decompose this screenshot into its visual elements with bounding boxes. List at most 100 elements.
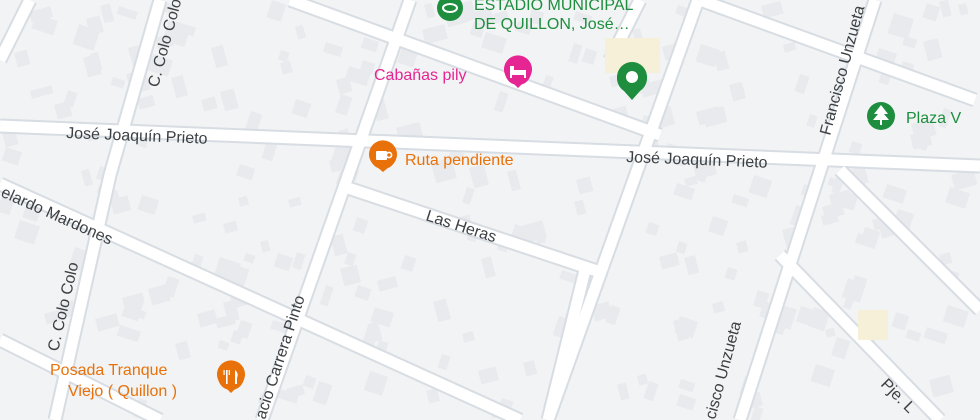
building [63, 90, 78, 108]
building [100, 3, 115, 24]
building [750, 406, 764, 420]
coffee-icon [369, 140, 397, 172]
building [363, 371, 389, 396]
building [729, 81, 746, 102]
building [94, 313, 120, 332]
building [236, 164, 256, 181]
building [192, 212, 207, 224]
building [211, 44, 229, 69]
building [559, 270, 577, 284]
building [616, 382, 630, 401]
building [481, 31, 507, 55]
building [437, 354, 451, 371]
building [295, 24, 307, 40]
poi-estadio-label-line1: ESTADIO MUNICIPAL [474, 0, 634, 14]
building [171, 74, 189, 99]
tree-icon [867, 102, 895, 130]
building [673, 183, 696, 201]
building [910, 130, 933, 150]
building [243, 253, 256, 264]
building [31, 14, 58, 36]
building [461, 331, 475, 343]
building [14, 220, 40, 245]
building [708, 216, 729, 237]
building [81, 168, 93, 187]
building [352, 216, 369, 235]
building [116, 6, 139, 20]
building [637, 373, 649, 386]
building [905, 328, 922, 342]
building [400, 254, 417, 273]
building [731, 194, 750, 208]
building [806, 113, 818, 128]
building [110, 77, 126, 89]
building [783, 41, 797, 53]
building [273, 253, 294, 272]
building [831, 337, 851, 360]
building [493, 90, 509, 113]
building [958, 2, 969, 16]
building [30, 85, 54, 99]
poi-posada-label-line1: Posada Tranque [50, 362, 168, 379]
building [214, 314, 236, 329]
building [162, 276, 180, 298]
building [645, 222, 660, 236]
building [291, 99, 312, 119]
building [217, 339, 230, 351]
building [116, 325, 141, 343]
building [825, 327, 836, 338]
building [748, 174, 773, 198]
poi-ruta-pendiente-label: Ruta pendiente [405, 152, 514, 169]
building [724, 267, 738, 281]
building [887, 13, 914, 40]
building [643, 381, 659, 402]
building [354, 285, 372, 301]
building [462, 186, 475, 205]
building [928, 374, 954, 398]
building [821, 211, 840, 226]
building [277, 50, 290, 63]
building [292, 251, 306, 270]
poi-cabanas-label: Cabañas pily [374, 67, 467, 84]
building [288, 196, 302, 208]
poi-plaza[interactable]: Plaza V [867, 102, 961, 130]
building [678, 378, 696, 393]
building [223, 220, 239, 234]
building [1, 147, 23, 166]
building [344, 252, 357, 267]
building [882, 184, 907, 204]
poi-plaza-label: Plaza V [906, 110, 961, 127]
building [923, 327, 948, 345]
building [810, 364, 836, 388]
building [736, 240, 749, 254]
building [280, 60, 293, 75]
building [377, 276, 399, 292]
building [481, 256, 496, 279]
building [422, 24, 449, 45]
building [335, 94, 353, 116]
building [938, 0, 952, 18]
building [433, 298, 451, 323]
building [794, 74, 810, 95]
building [675, 241, 688, 255]
building [175, 340, 191, 361]
building [302, 375, 317, 389]
building [201, 96, 218, 112]
building [945, 186, 970, 209]
building [575, 176, 594, 195]
building [507, 169, 521, 192]
poi-estadio-label-line2: DE QUILLON, José… [474, 16, 630, 33]
building [684, 255, 700, 276]
building [711, 301, 726, 314]
map-canvas[interactable]: José Joaquín Prieto José Joaquín Prieto … [0, 0, 980, 420]
building [942, 305, 969, 328]
building [573, 199, 587, 216]
restaurant-icon [216, 360, 245, 393]
building [859, 227, 881, 250]
building [340, 264, 362, 287]
building [312, 381, 333, 406]
building [196, 309, 219, 328]
building [848, 141, 863, 155]
building [676, 393, 697, 411]
building [260, 239, 271, 253]
